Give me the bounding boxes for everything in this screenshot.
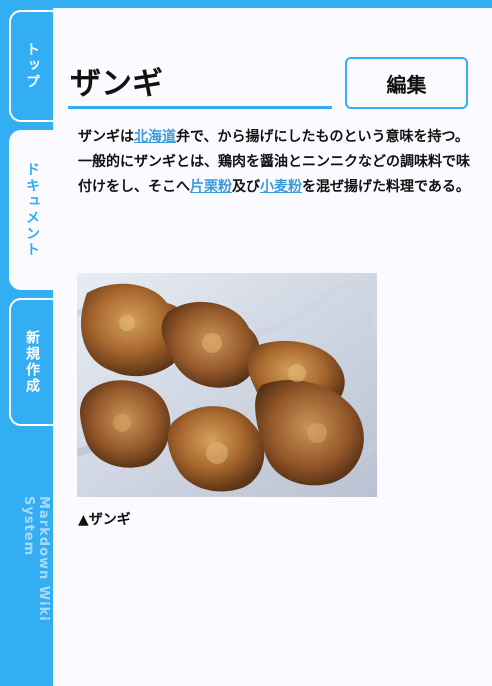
link-komugiko[interactable]: 小麦粉: [260, 179, 302, 195]
link-hokkaido[interactable]: 北海道: [134, 129, 176, 145]
title-underline: [68, 106, 332, 109]
article-paragraph: ザンギは北海道弁で、から揚げにしたものという意味を持つ。一般的にザンギとは、鶏肉…: [78, 125, 470, 200]
article-body: ザンギは北海道弁で、から揚げにしたものという意味を持つ。一般的にザンギとは、鶏肉…: [78, 125, 470, 200]
brand-label: Markdown Wiki System: [21, 496, 51, 622]
edit-button[interactable]: 編集: [345, 57, 468, 109]
article-text-4: を混ぜ揚げた料理である。: [302, 179, 470, 195]
sidebar: トップ ドキュメント 新規作成 Markdown Wiki System: [0, 0, 53, 686]
article-text-1: ザンギは: [78, 129, 134, 145]
tab-new[interactable]: 新規作成: [9, 298, 53, 426]
tab-new-label: 新規作成: [24, 330, 40, 394]
tab-top[interactable]: トップ: [9, 10, 53, 122]
zangi-photo: [77, 273, 377, 497]
tab-documents[interactable]: ドキュメント: [9, 130, 53, 290]
page-title: ザンギ: [70, 66, 163, 102]
top-accent-bar: [0, 0, 492, 8]
image-caption: ▲ザンギ: [78, 512, 131, 528]
link-katakuriko[interactable]: 片栗粉: [190, 179, 232, 195]
tab-top-label: トップ: [24, 42, 40, 90]
tab-documents-label: ドキュメント: [24, 162, 40, 258]
article-text-3: 及び: [232, 179, 260, 195]
